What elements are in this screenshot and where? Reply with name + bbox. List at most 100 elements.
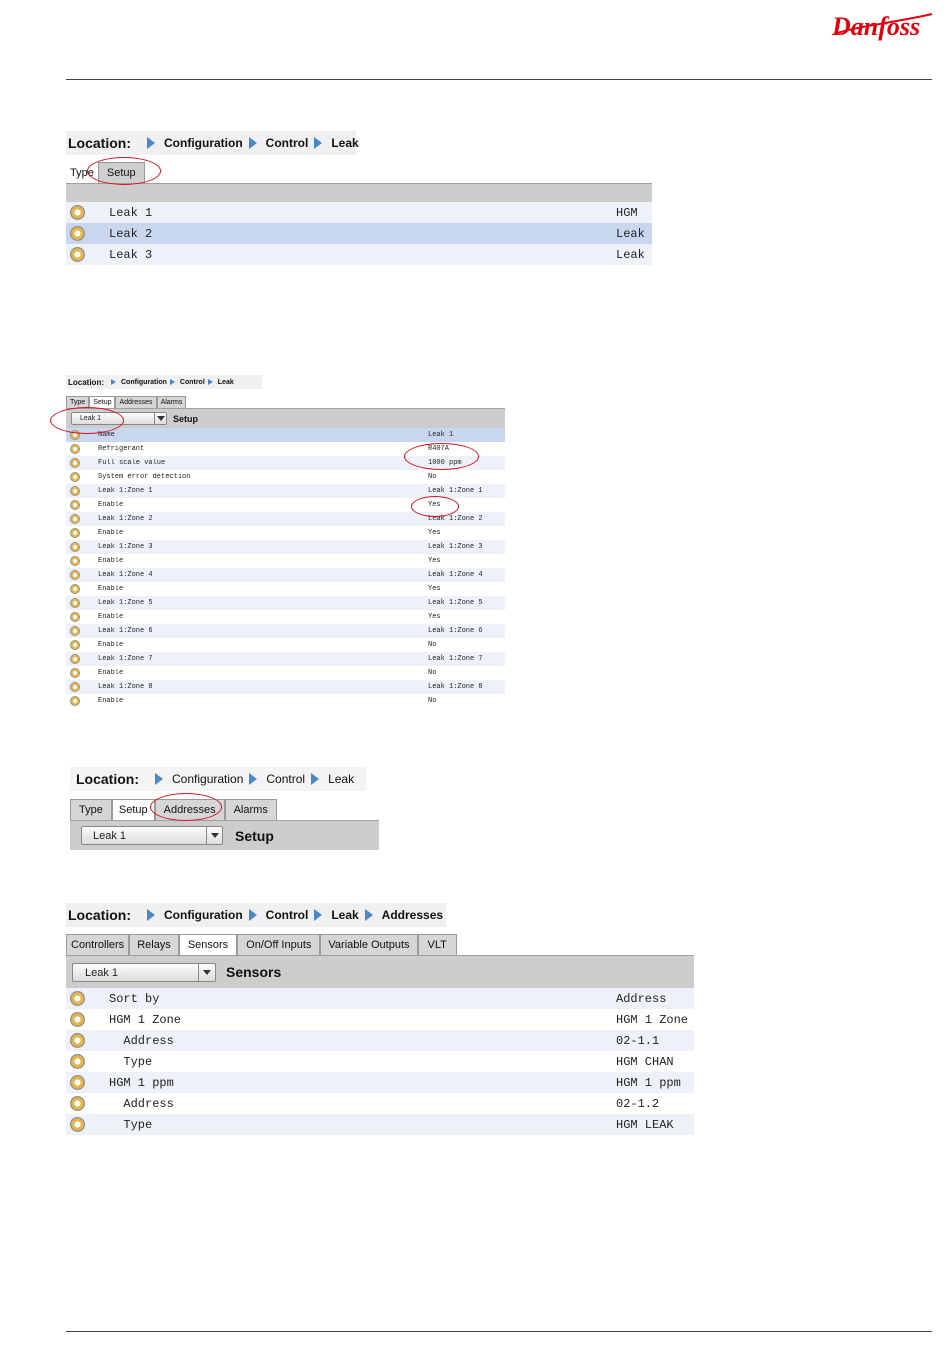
leak-select[interactable]: Leak 1 <box>81 826 223 845</box>
row-value: Yes <box>428 585 441 593</box>
crumb-addresses[interactable]: Addresses <box>359 908 443 922</box>
setup-list: Name Leak 1 Refrigerant R407A Full scale val… <box>66 428 505 708</box>
gear-icon <box>70 528 80 538</box>
list-row-selected[interactable]: Name Leak 1 <box>66 428 505 442</box>
list-row[interactable]: Sort by Address <box>66 988 694 1009</box>
row-label: Enable <box>98 669 124 677</box>
gear-icon <box>70 654 80 664</box>
list-row[interactable]: System error detection No <box>66 470 505 484</box>
arrow-right-icon <box>248 909 257 921</box>
header-title: Setup <box>235 827 274 844</box>
list-row[interactable]: Enable No <box>66 638 505 652</box>
list-row[interactable]: Leak 1:Zone 7 Leak 1:Zone 7 <box>66 652 505 666</box>
location-label: Location: <box>68 377 104 387</box>
gear-icon <box>70 500 80 510</box>
list-row[interactable]: Leak 1:Zone 8 Leak 1:Zone 8 <box>66 680 505 694</box>
list-row[interactable]: Leak 3 Leak <box>66 244 652 265</box>
gear-icon <box>70 486 80 496</box>
gear-icon <box>70 626 80 636</box>
list-row[interactable]: HGM 1 ppm HGM 1 ppm <box>66 1072 694 1093</box>
gear-icon <box>70 1054 85 1069</box>
gear-icon <box>70 556 80 566</box>
list-row[interactable]: Leak 1:Zone 5 Leak 1:Zone 5 <box>66 596 505 610</box>
gear-icon <box>70 598 80 608</box>
tab-bar: Controllers Relays Sensors On/Off Inputs… <box>66 932 694 955</box>
list-row[interactable]: Enable No <box>66 694 505 708</box>
tab-alarms[interactable]: Alarms <box>156 396 187 408</box>
tab-alarms[interactable]: Alarms <box>224 799 277 820</box>
crumb-control[interactable]: Control <box>167 379 205 386</box>
row-label: Leak 1:Zone 2 <box>98 515 153 523</box>
arrow-right-icon <box>311 773 320 785</box>
tab-sensors[interactable]: Sensors <box>178 934 238 955</box>
tab-addresses[interactable]: Addresses <box>115 396 157 408</box>
list-row[interactable]: Leak 1:Zone 4 Leak 1:Zone 4 <box>66 568 505 582</box>
arrow-right-icon <box>207 379 213 385</box>
list-row-selected[interactable]: Leak 2 Leak <box>66 223 652 244</box>
gear-icon <box>70 1012 85 1027</box>
crumb-leak[interactable]: Leak <box>305 772 354 786</box>
list-row[interactable]: Type HGM LEAK <box>66 1114 694 1135</box>
tab-variable-outputs[interactable]: Variable Outputs <box>320 934 418 955</box>
list-row[interactable]: Leak 1:Zone 3 Leak 1:Zone 3 <box>66 540 505 554</box>
list-row[interactable]: Enable Yes <box>66 526 505 540</box>
location-label: Location: <box>68 135 131 151</box>
chevron-down-icon <box>154 413 166 424</box>
setup-header: Leak 1 Setup <box>66 408 505 428</box>
list-row[interactable]: Type HGM CHAN <box>66 1051 694 1072</box>
list-row[interactable]: HGM 1 Zone HGM 1 Zone <box>66 1009 694 1030</box>
tab-vlt[interactable]: VLT <box>417 934 457 955</box>
crumb-configuration[interactable]: Configuration <box>141 908 243 922</box>
list-row[interactable]: Leak 1 HGM <box>66 202 652 223</box>
arrow-right-icon <box>314 137 323 149</box>
screen-4: Location: Configuration Control Leak Add… <box>66 903 694 1135</box>
tab-bar: Type Setup Addresses Alarms <box>70 795 379 820</box>
tab-setup[interactable]: Setup <box>111 799 155 820</box>
tab-controllers[interactable]: Controllers <box>66 934 130 955</box>
row-label: Enable <box>98 697 124 705</box>
list-row[interactable]: Enable Yes <box>66 554 505 568</box>
list-row[interactable]: Enable Yes <box>66 610 505 624</box>
crumb-configuration[interactable]: Configuration <box>149 772 243 786</box>
crumb-control[interactable]: Control <box>243 136 308 150</box>
row-label: Name <box>98 431 115 439</box>
row-label: Leak 1:Zone 3 <box>98 543 153 551</box>
row-value: Yes <box>428 613 441 621</box>
logo-text: Danfoss <box>831 12 920 41</box>
gear-icon <box>70 612 80 622</box>
arrow-right-icon <box>248 137 257 149</box>
tab-on-off-inputs[interactable]: On/Off Inputs <box>237 934 321 955</box>
crumb-leak[interactable]: Leak <box>308 136 359 150</box>
list-row[interactable]: Address 02-1.2 <box>66 1093 694 1114</box>
arrow-right-icon <box>249 773 258 785</box>
leak-select[interactable]: Leak 1 <box>72 962 216 982</box>
tab-type[interactable]: Type <box>70 799 112 820</box>
crumb-control[interactable]: Control <box>243 772 305 786</box>
crumb-leak[interactable]: Leak <box>308 908 359 922</box>
crumb-configuration[interactable]: Configuration <box>108 379 167 386</box>
list-row[interactable]: Address 02-1.1 <box>66 1030 694 1051</box>
chevron-down-icon <box>198 963 215 981</box>
row-value: Leak 1:Zone 3 <box>428 543 483 551</box>
row-label: Leak 1:Zone 5 <box>98 599 153 607</box>
annotation-circle <box>411 496 459 517</box>
row-label: Leak 1:Zone 8 <box>98 683 153 691</box>
row-value: No <box>428 697 437 705</box>
row-label: Full scale value <box>98 459 166 467</box>
gear-icon <box>70 682 80 692</box>
row-value: Leak 1:Zone 1 <box>428 487 483 495</box>
row-value: Yes <box>428 557 441 565</box>
row-label: Leak 1:Zone 7 <box>98 655 153 663</box>
crumb-leak[interactable]: Leak <box>205 379 234 386</box>
tab-relays[interactable]: Relays <box>129 934 179 955</box>
breadcrumb: Location: Configuration Control Leak <box>66 131 359 155</box>
list-row[interactable]: Leak 1:Zone 6 Leak 1:Zone 6 <box>66 624 505 638</box>
list-row[interactable]: Enable No <box>66 666 505 680</box>
header-title: Sensors <box>226 964 282 980</box>
list-row[interactable]: Enable Yes <box>66 582 505 596</box>
chevron-down-icon <box>206 827 222 844</box>
arrow-right-icon <box>314 909 323 921</box>
row-value: Leak 1:Zone 4 <box>428 571 483 579</box>
crumb-configuration[interactable]: Configuration <box>141 136 243 150</box>
crumb-control[interactable]: Control <box>243 908 308 922</box>
